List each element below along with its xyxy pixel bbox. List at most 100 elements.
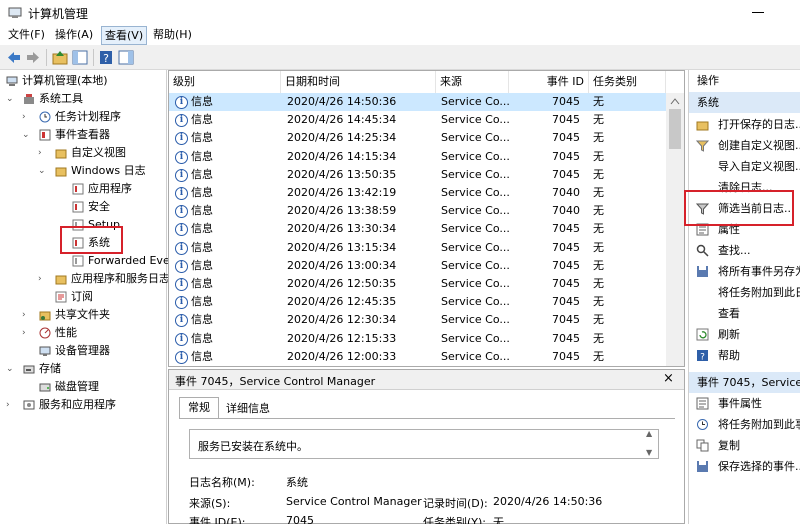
action-save-selected[interactable]: 保存选择的事件... — [689, 456, 800, 477]
scroll-up-icon[interactable]: ▲ — [646, 429, 652, 438]
show-hide-tree-icon[interactable] — [71, 49, 89, 66]
action-label: 刷新 — [718, 328, 740, 341]
tab-general[interactable]: 常规 — [179, 397, 219, 419]
table-row[interactable]: i 信息 2020/4/26 13:00:34 Service Co... 7045 无 — [169, 257, 666, 275]
action-attach-task-log[interactable]: 将任务附加到此日志... — [689, 282, 800, 303]
expand-chevron-icon[interactable]: › — [38, 144, 48, 162]
message-box[interactable]: 服务已安装在系统中。 ▲ ▼ — [189, 429, 659, 459]
scroll-down-icon[interactable]: ▼ — [646, 448, 652, 457]
expand-chevron-icon[interactable]: › — [22, 324, 32, 342]
computer-icon — [6, 76, 18, 86]
event-id-value: 7045 — [286, 514, 314, 524]
column-header-level[interactable]: 级别 — [169, 71, 281, 93]
action-import-custom-view[interactable]: 导入自定义视图... — [689, 156, 800, 177]
cell-category: 无 — [593, 295, 604, 309]
cell-datetime: 2020/4/26 14:25:34 — [287, 131, 397, 145]
menu-file[interactable]: 文件(F) — [5, 26, 48, 45]
table-row[interactable]: i 信息 2020/4/26 12:50:35 Service Co... 7045 无 — [169, 275, 666, 293]
action-create-custom-view[interactable]: 创建自定义视图... — [689, 135, 800, 156]
expand-chevron-icon[interactable]: › — [38, 270, 48, 288]
cell-source: Service Co... — [441, 186, 510, 199]
close-icon[interactable]: × — [663, 371, 674, 386]
info-icon: i — [175, 150, 188, 164]
expand-chevron-icon[interactable]: › — [22, 108, 32, 126]
column-header-event-id[interactable]: 事件 ID — [509, 71, 589, 93]
collapse-chevron-icon[interactable]: ⌄ — [38, 162, 48, 180]
action-label: 将任务附加到此事件... — [718, 418, 800, 431]
table-row[interactable]: i 信息 2020/4/26 14:45:34 Service Co... 7045 无 — [169, 111, 666, 129]
scroll-up-icon[interactable] — [670, 97, 680, 105]
show-action-pane-icon[interactable] — [117, 49, 135, 66]
collapse-chevron-icon[interactable]: ⌄ — [6, 360, 16, 378]
table-row[interactable]: i 信息 2020/4/26 14:25:34 Service Co... 7045 无 — [169, 129, 666, 147]
action-label: 复制 — [718, 439, 740, 452]
collapse-chevron-icon[interactable]: ⌄ — [6, 90, 16, 108]
save-icon — [697, 461, 708, 472]
refresh-icon — [696, 328, 709, 341]
action-save-all-events[interactable]: 将所有事件另存为... — [689, 261, 800, 282]
table-row[interactable]: i 信息 2020/4/26 12:00:33 Service Co... 7045 无 — [169, 348, 666, 366]
storage-icon — [23, 365, 35, 374]
category-value: 无 — [493, 516, 504, 524]
toolbar-separator — [46, 49, 47, 66]
table-row[interactable]: i 信息 2020/4/26 13:42:19 Service Co... 7040 无 — [169, 184, 666, 202]
minimize-button[interactable] — [752, 12, 764, 13]
table-row[interactable]: i 信息 2020/4/26 12:30:34 Service Co... 7045 无 — [169, 311, 666, 329]
action-attach-task-event[interactable]: 将任务附加到此事件... — [689, 414, 800, 435]
column-header-datetime[interactable]: 日期和时间 — [281, 71, 436, 93]
expand-chevron-icon[interactable]: › — [22, 306, 32, 324]
table-row[interactable]: i 信息 2020/4/26 12:45:35 Service Co... 7045 无 — [169, 293, 666, 311]
action-label: 创建自定义视图... — [718, 139, 800, 152]
action-find[interactable]: 查找... — [689, 240, 800, 261]
collapse-chevron-icon[interactable]: ⌄ — [22, 126, 32, 144]
action-refresh[interactable]: 刷新 — [689, 324, 800, 345]
menu-view[interactable]: 查看(V) — [101, 26, 148, 45]
action-help[interactable]: ? 帮助 — [689, 345, 800, 366]
source-value: Service Control Manager — [286, 495, 422, 508]
table-row[interactable]: i 信息 2020/4/26 13:30:34 Service Co... 7045 无 — [169, 220, 666, 238]
cell-datetime: 2020/4/26 14:45:34 — [287, 113, 397, 127]
cell-datetime: 2020/4/26 13:00:34 — [287, 258, 397, 272]
action-view[interactable]: 查看 — [689, 303, 800, 324]
forward-arrow-icon[interactable] — [24, 49, 42, 66]
action-copy[interactable]: 复制 — [689, 435, 800, 456]
shared-folder-icon — [39, 311, 51, 321]
table-row[interactable]: i 信息 2020/4/26 13:15:34 Service Co... 7045 无 — [169, 239, 666, 257]
column-header-category[interactable]: 任务类别 — [589, 71, 666, 93]
menu-bar: 文件(F) 操作(A) 查看(V) 帮助(H) — [0, 26, 800, 45]
tree-label: 安全 — [88, 200, 110, 213]
actions-section-system[interactable]: 系统 — [689, 92, 800, 113]
column-header-source[interactable]: 来源 — [436, 71, 509, 93]
action-label: 查找... — [718, 244, 751, 257]
cell-level: 信息 — [191, 186, 213, 199]
vertical-scrollbar[interactable] — [666, 93, 684, 366]
highlight-box-filter — [684, 190, 794, 226]
back-arrow-icon[interactable] — [5, 49, 23, 66]
expand-chevron-icon[interactable]: › — [6, 396, 16, 414]
table-row[interactable]: i 信息 2020/4/26 12:15:33 Service Co... 7045 无 — [169, 330, 666, 348]
up-folder-icon[interactable] — [51, 49, 69, 66]
table-row[interactable]: i 信息 2020/4/26 14:15:34 Service Co... 7045 无 — [169, 148, 666, 166]
actions-section-event[interactable]: 事件 7045，Service Control Manager — [689, 372, 800, 393]
action-label: 保存选择的事件... — [718, 460, 800, 473]
table-row[interactable]: i 信息 2020/4/26 13:38:59 Service Co... 7040 无 — [169, 202, 666, 220]
action-event-properties[interactable]: 事件属性 — [689, 393, 800, 414]
action-open-saved-log[interactable]: 打开保存的日志... — [689, 114, 800, 135]
menu-action[interactable]: 操作(A) — [52, 26, 96, 45]
cell-level: 信息 — [191, 167, 213, 181]
table-row[interactable]: i 信息 2020/4/26 13:50:35 Service Co... 7045 无 — [169, 166, 666, 184]
help-icon[interactable]: ? — [97, 49, 115, 66]
cell-category: 无 — [593, 149, 604, 163]
tab-details[interactable]: 详细信息 — [221, 399, 275, 419]
cell-level: 信息 — [191, 131, 213, 145]
table-row[interactable]: i 信息 2020/4/26 14:50:36 Service Co... 7045 无 — [169, 93, 666, 111]
cell-event-id: 7045 — [552, 149, 580, 163]
tools-icon — [24, 94, 34, 104]
menu-help[interactable]: 帮助(H) — [150, 26, 195, 45]
info-icon: i — [175, 132, 188, 146]
cell-category: 无 — [593, 313, 604, 327]
scroll-thumb[interactable] — [669, 109, 681, 149]
cell-source: Service Co... — [441, 131, 510, 145]
action-label: 帮助 — [718, 349, 740, 362]
cell-event-id: 7045 — [552, 131, 580, 145]
